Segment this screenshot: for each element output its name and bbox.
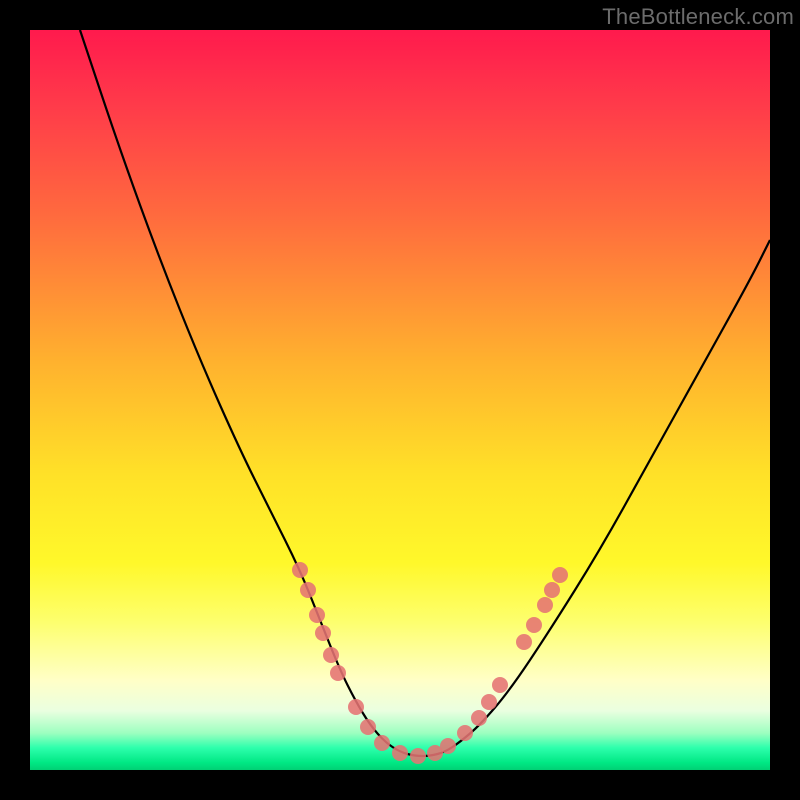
marker-group	[292, 562, 568, 764]
plot-area	[30, 30, 770, 770]
benchmark-marker	[360, 719, 376, 735]
benchmark-marker	[457, 725, 473, 741]
bottleneck-curve	[80, 30, 770, 756]
benchmark-marker	[516, 634, 532, 650]
benchmark-marker	[315, 625, 331, 641]
benchmark-marker	[544, 582, 560, 598]
benchmark-marker	[374, 735, 390, 751]
watermark-text: TheBottleneck.com	[602, 4, 794, 30]
benchmark-marker	[526, 617, 542, 633]
benchmark-marker	[537, 597, 553, 613]
benchmark-marker	[492, 677, 508, 693]
benchmark-marker	[323, 647, 339, 663]
benchmark-marker	[392, 745, 408, 761]
outer-black-frame: TheBottleneck.com	[0, 0, 800, 800]
chart-svg	[30, 30, 770, 770]
benchmark-marker	[410, 748, 426, 764]
benchmark-marker	[309, 607, 325, 623]
benchmark-marker	[481, 694, 497, 710]
benchmark-marker	[440, 738, 456, 754]
benchmark-marker	[292, 562, 308, 578]
benchmark-marker	[300, 582, 316, 598]
benchmark-marker	[348, 699, 364, 715]
benchmark-marker	[330, 665, 346, 681]
benchmark-marker	[552, 567, 568, 583]
benchmark-marker	[471, 710, 487, 726]
